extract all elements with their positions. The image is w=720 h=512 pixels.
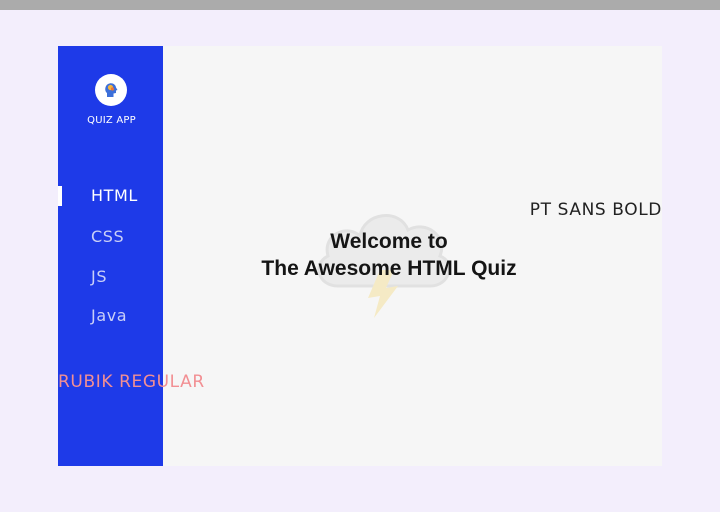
sidebar-item-java[interactable]: Java: [91, 304, 127, 328]
app-logo[interactable]: [95, 74, 127, 106]
sidebar: QUIZ APP HTML CSS JS Java: [58, 46, 163, 466]
top-bar: [0, 0, 720, 10]
welcome-heading: Welcome to The Awesome HTML Quiz: [238, 228, 540, 282]
app-name: QUIZ APP: [87, 115, 136, 126]
rubik-font-sample: RUBIK REGULAR: [58, 372, 205, 392]
pt-sans-font-sample: PT SANS BOLD: [529, 200, 662, 220]
sidebar-item-html[interactable]: HTML: [91, 184, 138, 208]
sidebar-item-js[interactable]: JS: [91, 265, 107, 289]
welcome-line-2: The Awesome HTML Quiz: [261, 257, 517, 280]
welcome-line-1: Welcome to: [330, 230, 448, 253]
brain-head-icon: [105, 83, 118, 97]
active-indicator: [58, 186, 62, 206]
sidebar-item-css[interactable]: CSS: [91, 225, 124, 249]
quiz-card: QUIZ APP HTML CSS JS Java Welcome to The…: [58, 46, 662, 466]
